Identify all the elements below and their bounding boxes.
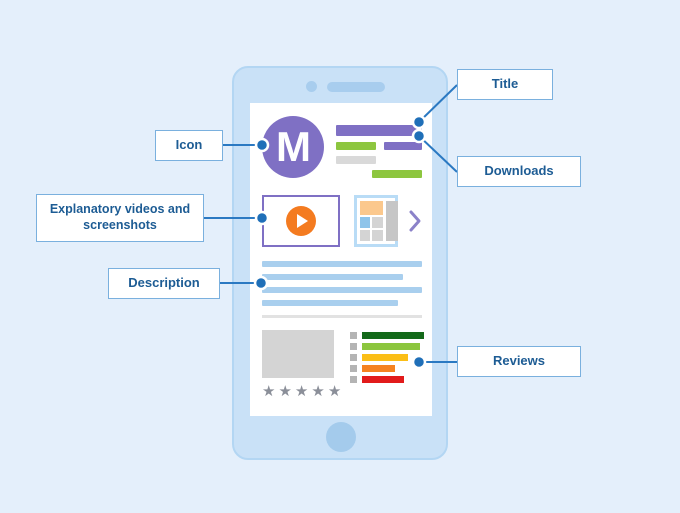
rating-chip [350,343,357,350]
screenshot-tile-1 [360,217,370,228]
rating-bar-1 [362,376,405,383]
rating-row [350,354,424,361]
rating-row [350,365,424,372]
description-line [262,261,422,267]
reviews-block: ★★★★★ [262,330,424,408]
phone-screen: M ★★★★★ [250,103,432,416]
rating-bar-3 [362,354,408,361]
callout-label-title[interactable]: Title [457,69,553,100]
screenshot-thumbnail[interactable] [354,195,398,247]
star-icon: ★ [262,383,279,400]
section-divider [262,315,422,318]
star-icon: ★ [278,383,295,400]
screenshot-banner-block [360,201,383,215]
screenshot-tile-4 [372,230,383,241]
rating-row [350,343,424,350]
callout-label-reviews[interactable]: Reviews [457,346,581,377]
play-triangle-icon [297,214,308,228]
star-icon: ★ [294,383,312,400]
rating-chip [350,365,357,372]
screenshot-tile-3 [360,230,370,241]
rating-chip [350,376,357,383]
description-line [262,300,398,306]
callout-label-videos[interactable]: Explanatory videos and screenshots [36,194,204,242]
review-image-placeholder [262,330,334,378]
rating-bar-5 [362,332,424,339]
app-developer-bar [384,142,422,150]
rating-chip [350,332,357,339]
chevron-right-icon[interactable] [408,209,422,238]
play-button-icon[interactable] [286,206,316,236]
rating-bar-2 [362,365,396,372]
description-block [262,261,422,313]
speaker-bar-icon [327,82,385,92]
star-icon: ★ [327,383,345,400]
camera-dot-icon [306,81,317,92]
app-install-bar[interactable] [372,170,422,178]
app-downloads-bar [336,156,376,164]
rating-chip [350,354,357,361]
rating-histogram [350,332,424,387]
home-button-icon[interactable] [326,422,356,452]
rating-row [350,376,424,383]
video-thumbnail[interactable] [262,195,340,247]
callout-label-downloads[interactable]: Downloads [457,156,581,187]
media-gallery [262,195,422,247]
app-icon: M [262,116,324,178]
rating-bar-4 [362,343,420,350]
phone-frame: M ★★★★★ [232,66,448,460]
rating-row [350,332,424,339]
diagram-canvas: M ★★★★★ Title Downloads Icon Explanatory… [0,0,680,513]
screenshot-side-block [386,201,398,241]
description-line [262,274,403,280]
callout-label-description[interactable]: Description [108,268,220,299]
screenshot-tile-2 [372,217,383,228]
star-icon: ★ [311,383,328,400]
app-listing-header: M [262,116,422,180]
callout-label-icon[interactable]: Icon [155,130,223,161]
star-rating: ★★★★★ [262,384,342,400]
app-title-bar [336,125,422,136]
description-line [262,287,422,293]
app-category-bar [336,142,376,150]
